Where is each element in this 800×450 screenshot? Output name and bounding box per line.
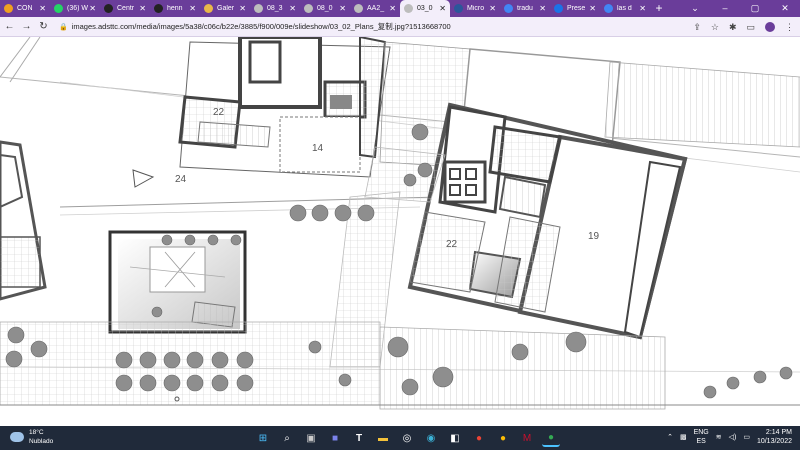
tab-close-icon[interactable]: ✕ xyxy=(289,4,296,13)
edge-icon[interactable]: ◉ xyxy=(422,429,440,447)
tab-favicon-icon xyxy=(254,4,263,13)
share-icon[interactable]: ⇪ xyxy=(693,22,701,33)
chrome-icon[interactable]: ● xyxy=(470,429,488,447)
tab-favicon-icon xyxy=(4,4,13,13)
window-controls: ⌄ – ▢ ✕ xyxy=(680,0,800,17)
tab-favicon-icon xyxy=(54,4,63,13)
tab-favicon-icon xyxy=(404,4,413,13)
chat-icon[interactable]: ■ xyxy=(326,429,344,447)
store-icon[interactable]: ◧ xyxy=(446,429,464,447)
tab-favicon-icon xyxy=(504,4,513,13)
tab-close-icon[interactable]: ✕ xyxy=(389,4,396,13)
tray-app-icon[interactable]: ▩ xyxy=(680,433,687,441)
browser-tab[interactable]: AA2_ ✕ xyxy=(350,0,400,17)
weather-widget[interactable]: 18°C Nublado xyxy=(10,428,53,446)
volume-icon[interactable]: ◁) xyxy=(729,433,737,441)
floor-plan-drawing: 22 14 24 22 19 xyxy=(0,37,800,426)
browser-tab[interactable]: 08_0 ✕ xyxy=(300,0,350,17)
language-indicator[interactable]: ENG ES xyxy=(694,428,709,446)
maximize-button[interactable]: ▢ xyxy=(740,0,770,17)
battery-icon[interactable]: ▭ xyxy=(743,433,750,441)
wifi-icon[interactable]: ≋ xyxy=(716,433,722,441)
reload-button[interactable]: ↻ xyxy=(36,21,51,32)
system-tray: ⌃ ▩ ENG ES ≋ ◁) ▭ 2:14 PM 10/13/2022 xyxy=(667,428,792,446)
tab-close-icon[interactable]: ✕ xyxy=(439,4,446,13)
plan-image: 22 14 24 22 19 xyxy=(0,37,800,426)
back-button[interactable]: ← xyxy=(2,21,17,32)
tab-close-icon[interactable]: ✕ xyxy=(589,4,596,13)
text-app-icon[interactable]: T xyxy=(350,429,368,447)
bookmark-star-icon[interactable]: ☆ xyxy=(711,22,719,33)
browser-tab[interactable]: las d ✕ xyxy=(600,0,650,17)
browser-tab[interactable]: henn ✕ xyxy=(150,0,200,17)
tab-favicon-icon xyxy=(304,4,313,13)
room-label-19: 19 xyxy=(588,231,600,242)
taskbar: 18°C Nublado ⊞ ⌕ ▣ ■ T ▬ ◎ ◉ ◧ ● ● M ● ⌃… xyxy=(0,426,800,450)
room-label-22-top: 22 xyxy=(213,107,225,118)
browser-tab[interactable]: (36) W ✕ xyxy=(50,0,100,17)
profile-avatar[interactable] xyxy=(765,22,775,32)
minimize-button[interactable]: – xyxy=(710,0,740,17)
browser-tab[interactable]: Galer ✕ xyxy=(200,0,250,17)
tab-close-icon[interactable]: ✕ xyxy=(39,4,46,13)
tab-favicon-icon xyxy=(454,4,463,13)
windows-start-icon[interactable]: ⊞ xyxy=(254,429,272,447)
tab-favicon-icon xyxy=(604,4,613,13)
search-icon[interactable]: ⌕ xyxy=(278,429,296,447)
room-label-22-right: 22 xyxy=(446,239,458,250)
cloud-icon xyxy=(10,432,24,442)
room-label-14: 14 xyxy=(312,143,324,154)
mcafee-icon[interactable]: M xyxy=(518,429,536,447)
close-window-button[interactable]: ✕ xyxy=(770,0,800,17)
url-field[interactable]: images.adsttc.com/media/images/5a38/c06c… xyxy=(72,21,451,32)
tab-close-icon[interactable]: ✕ xyxy=(89,4,96,13)
lock-icon[interactable]: 🔒 xyxy=(59,23,68,31)
temperature: 18°C xyxy=(29,429,44,436)
browser-tab[interactable]: Centr ✕ xyxy=(100,0,150,17)
tab-favicon-icon xyxy=(104,4,113,13)
room-label-24: 24 xyxy=(175,174,187,185)
tab-close-icon[interactable]: ✕ xyxy=(539,4,546,13)
browser-tab[interactable]: CON ✕ xyxy=(0,0,50,17)
browser-tab[interactable]: 03_0 ✕ xyxy=(400,0,450,17)
tab-search-icon[interactable]: ⌄ xyxy=(680,0,710,17)
file-explorer-icon[interactable]: ▬ xyxy=(374,429,392,447)
address-bar: ← → ↻ 🔒 images.adsttc.com/media/images/5… xyxy=(0,17,800,37)
sidebar-icon[interactable]: ▭ xyxy=(746,22,755,33)
tab-favicon-icon xyxy=(554,4,563,13)
taskbar-apps: ⊞ ⌕ ▣ ■ T ▬ ◎ ◉ ◧ ● ● M ● xyxy=(254,429,560,447)
chrome-active-icon[interactable]: ● xyxy=(542,429,560,447)
browser-tab[interactable]: tradu ✕ xyxy=(500,0,550,17)
chrome-profile-icon[interactable]: ● xyxy=(494,429,512,447)
menu-icon[interactable]: ⋮ xyxy=(785,22,794,33)
tab-close-icon[interactable]: ✕ xyxy=(189,4,196,13)
tab-favicon-icon xyxy=(204,4,213,13)
browser-tab[interactable]: 08_3 ✕ xyxy=(250,0,300,17)
clock[interactable]: 2:14 PM 10/13/2022 xyxy=(757,428,792,446)
browser-tab[interactable]: Micro ✕ xyxy=(450,0,500,17)
chevron-up-icon[interactable]: ⌃ xyxy=(667,433,673,441)
extensions-icon[interactable]: ✱ xyxy=(729,22,737,33)
tab-favicon-icon xyxy=(354,4,363,13)
dell-icon[interactable]: ◎ xyxy=(398,429,416,447)
tab-favicon-icon xyxy=(154,4,163,13)
new-tab-button[interactable]: + xyxy=(650,0,668,17)
tab-close-icon[interactable]: ✕ xyxy=(239,4,246,13)
tab-close-icon[interactable]: ✕ xyxy=(139,4,146,13)
task-view-icon[interactable]: ▣ xyxy=(302,429,320,447)
weather-text: Nublado xyxy=(29,438,54,445)
forward-button[interactable]: → xyxy=(19,21,34,32)
tab-close-icon[interactable]: ✕ xyxy=(489,4,496,13)
tab-close-icon[interactable]: ✕ xyxy=(339,4,346,13)
browser-tab[interactable]: Prese ✕ xyxy=(550,0,600,17)
tab-close-icon[interactable]: ✕ xyxy=(639,4,646,13)
